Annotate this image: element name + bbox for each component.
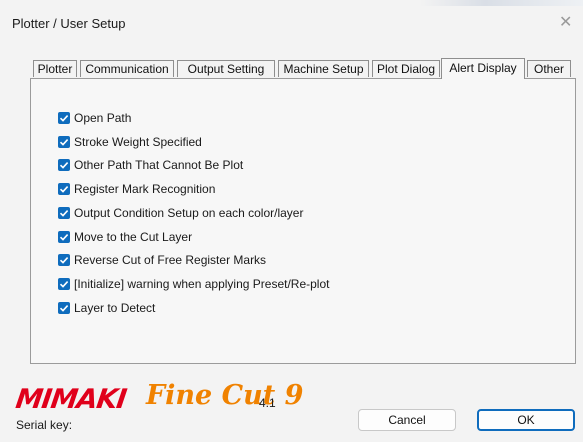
alert-display-panel: Open Path Stroke Weight Specified Other … xyxy=(30,78,576,364)
alert-option-initialize-warning[interactable]: [Initialize] warning when applying Prese… xyxy=(58,275,329,293)
tab-communication[interactable]: Communication xyxy=(80,60,174,77)
alert-option-move-cut-layer[interactable]: Move to the Cut Layer xyxy=(58,228,192,246)
alert-option-other-path[interactable]: Other Path That Cannot Be Plot xyxy=(58,156,243,174)
alert-option-label: Layer to Detect xyxy=(74,301,156,315)
checkbox[interactable] xyxy=(58,136,70,148)
checkbox[interactable] xyxy=(58,183,70,195)
alert-option-reverse-cut[interactable]: Reverse Cut of Free Register Marks xyxy=(58,251,266,269)
window-title: Plotter / User Setup xyxy=(12,16,126,31)
tab-machine-setup[interactable]: Machine Setup xyxy=(278,60,369,77)
alert-option-register-mark[interactable]: Register Mark Recognition xyxy=(58,180,215,198)
alert-option-open-path[interactable]: Open Path xyxy=(58,109,131,127)
alert-option-label: Move to the Cut Layer xyxy=(74,230,193,244)
checkmark-icon xyxy=(59,281,69,288)
alert-option-label: Other Path That Cannot Be Plot xyxy=(74,158,244,172)
checkbox[interactable] xyxy=(58,159,70,171)
title-bar-decoration xyxy=(420,0,583,6)
alert-option-output-condition[interactable]: Output Condition Setup on each color/lay… xyxy=(58,204,303,222)
checkbox[interactable] xyxy=(58,254,70,266)
cancel-button[interactable]: Cancel xyxy=(358,409,456,431)
tab-alert-display[interactable]: Alert Display xyxy=(441,58,525,79)
checkbox[interactable] xyxy=(58,112,70,124)
alert-option-layer-to-detect[interactable]: Layer to Detect xyxy=(58,299,155,317)
alert-option-label: [Initialize] warning when applying Prese… xyxy=(74,277,330,291)
version-label: 4.1 xyxy=(259,396,276,410)
checkmark-icon xyxy=(59,305,69,312)
alert-option-label: Register Mark Recognition xyxy=(74,182,216,196)
checkbox[interactable] xyxy=(58,207,70,219)
checkmark-icon xyxy=(59,186,69,193)
checkbox[interactable] xyxy=(58,278,70,290)
tab-other[interactable]: Other xyxy=(527,60,571,77)
tab-plot-dialog[interactable]: Plot Dialog xyxy=(372,60,440,77)
checkbox[interactable] xyxy=(58,231,70,243)
checkmark-icon xyxy=(59,162,69,169)
alert-option-label: Output Condition Setup on each color/lay… xyxy=(74,206,304,220)
checkmark-icon xyxy=(59,139,69,146)
checkmark-icon xyxy=(59,115,69,122)
checkmark-icon xyxy=(59,234,69,241)
checkmark-icon xyxy=(59,257,69,264)
finecut-logo: Fine Cut 9 xyxy=(146,380,304,411)
mimaki-logo: MIMAKI xyxy=(13,384,128,415)
alert-option-label: Open Path xyxy=(74,111,132,125)
close-icon[interactable]: ✕ xyxy=(559,12,572,32)
tab-plotter[interactable]: Plotter xyxy=(33,60,77,77)
alert-option-stroke-weight[interactable]: Stroke Weight Specified xyxy=(58,133,202,151)
alert-option-label: Stroke Weight Specified xyxy=(74,135,202,149)
serial-key-label: Serial key: xyxy=(16,418,73,432)
title-bar: Plotter / User Setup ✕ xyxy=(0,0,583,46)
tab-output-setting[interactable]: Output Setting xyxy=(177,60,275,77)
alert-option-label: Reverse Cut of Free Register Marks xyxy=(74,253,267,267)
ok-button[interactable]: OK xyxy=(477,409,575,431)
checkmark-icon xyxy=(59,210,69,217)
checkbox[interactable] xyxy=(58,302,70,314)
tab-strip: Plotter Communication Output Setting Mac… xyxy=(33,58,577,79)
